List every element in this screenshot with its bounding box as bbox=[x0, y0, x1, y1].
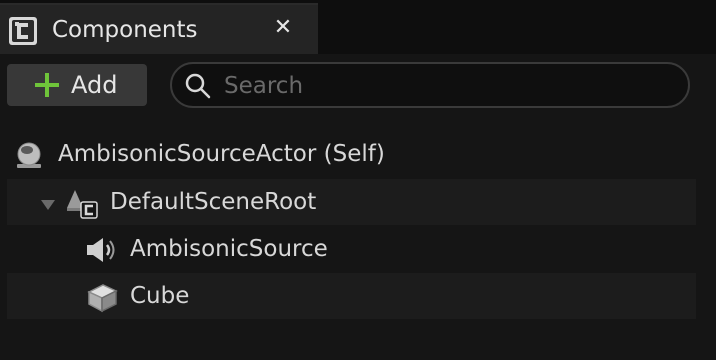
speaker-icon bbox=[85, 235, 115, 265]
add-button-label: Add bbox=[71, 71, 118, 99]
tree-item-default-scene-root[interactable]: DefaultSceneRoot bbox=[7, 179, 696, 225]
plus-icon bbox=[34, 72, 60, 98]
tree-item-self-actor[interactable]: AmbisonicSourceActor (Self) bbox=[0, 131, 716, 177]
components-panel: Components ✕ Add Search AmbisonicSourceA… bbox=[0, 0, 716, 360]
tree-item-label: AmbisonicSource bbox=[130, 236, 328, 262]
toolbar: Add bbox=[0, 54, 716, 114]
tree-empty-area bbox=[7, 320, 696, 360]
tab-bar: Components ✕ bbox=[0, 0, 716, 54]
scene-root-icon bbox=[65, 188, 98, 219]
component-tree: AmbisonicSourceActor (Self) DefaultScene… bbox=[0, 114, 716, 360]
blueprint-c-icon bbox=[8, 16, 38, 46]
search-icon bbox=[184, 72, 212, 100]
chevron-down-icon[interactable] bbox=[40, 196, 56, 210]
add-component-button[interactable]: Add bbox=[7, 64, 147, 106]
cube-icon bbox=[85, 282, 118, 313]
tree-item-label: AmbisonicSourceActor (Self) bbox=[58, 141, 385, 167]
tab-components[interactable]: Components ✕ bbox=[0, 3, 318, 54]
tab-title: Components bbox=[52, 17, 198, 43]
close-icon[interactable]: ✕ bbox=[270, 13, 296, 43]
tree-item-label: DefaultSceneRoot bbox=[110, 189, 317, 215]
search-input[interactable] bbox=[222, 67, 676, 105]
tree-item-label: Cube bbox=[130, 283, 190, 309]
tree-item-cube[interactable]: Cube bbox=[7, 273, 696, 319]
actor-sphere-icon bbox=[14, 140, 44, 170]
search-box[interactable] bbox=[170, 62, 690, 108]
tree-item-ambisonic-source[interactable]: AmbisonicSource bbox=[7, 226, 696, 272]
